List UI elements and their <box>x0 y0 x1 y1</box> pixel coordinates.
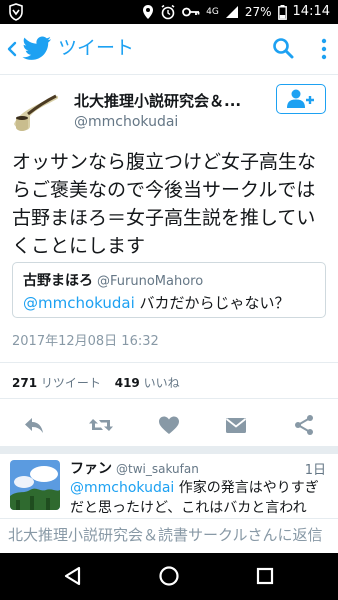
reply-text: @mmchokudai 作家の発言はやりすぎだと思ったけど、これはバカと言われ <box>70 478 332 518</box>
like-icon[interactable] <box>157 413 181 437</box>
reply-mention-link[interactable]: @mmchokudai <box>70 480 174 496</box>
alarm-icon <box>161 4 175 20</box>
reply-author: ファン @twi_sakufan <box>70 458 199 478</box>
reply-composer[interactable]: 北大推理小説研究会＆読書サークルさんに返信 <box>0 518 338 549</box>
follow-button[interactable] <box>276 84 326 114</box>
clock-time: 14:14 <box>292 4 330 19</box>
quoted-tweet[interactable]: 古野まほろ @FurunoMahoro @mmchokudai バカだからじゃない… <box>12 262 326 318</box>
recents-nav-icon[interactable] <box>254 565 276 591</box>
key-icon <box>182 7 200 17</box>
like-label: いいね <box>143 376 180 390</box>
tweet-actions <box>0 405 338 445</box>
quote-author-name: 古野まほろ <box>23 273 93 289</box>
network-type: 4G <box>206 7 219 17</box>
reply-author-handle[interactable]: @twi_sakufan <box>116 462 199 476</box>
section-separator <box>0 446 338 454</box>
author-name[interactable]: 北大推理小説研究会＆... <box>74 90 264 111</box>
reply-body-line2: だと思ったけど、これはバカと言われ <box>70 500 307 516</box>
location-icon <box>143 5 154 19</box>
search-icon[interactable] <box>272 37 294 63</box>
retweet-icon[interactable] <box>88 413 113 437</box>
share-icon[interactable] <box>292 413 316 437</box>
like-count[interactable]: 419 <box>115 376 140 390</box>
quote-author: 古野まほろ @FurunoMahoro <box>23 270 203 290</box>
twitter-bird-icon <box>22 36 52 66</box>
status-bar: 4G 27% 14:14 <box>0 0 338 24</box>
reply-avatar[interactable] <box>10 460 60 510</box>
reply-icon[interactable] <box>22 413 46 437</box>
battery-icon <box>277 4 287 20</box>
retweet-label: リツイート <box>40 376 101 390</box>
signal-icon <box>225 6 238 18</box>
quote-author-handle: @FurunoMahoro <box>97 274 204 289</box>
home-nav-icon[interactable] <box>158 565 180 591</box>
reply-author-name[interactable]: ファン <box>70 461 112 477</box>
reply-time: 1日 <box>304 463 326 478</box>
reply-tweet[interactable]: ファン @twi_sakufan 1日 @mmchokudai 作家の発言はやりす… <box>0 454 338 520</box>
page-title: ツイート <box>58 37 135 59</box>
tweet-stats: 271 リツイート 419 いいね <box>12 374 190 391</box>
tweet-timestamp: 2017年12月08日 16:32 <box>12 334 159 349</box>
vpn-shield-icon <box>8 3 24 25</box>
tweet-author: 北大推理小説研究会＆... @mmchokudai <box>0 82 338 142</box>
direct-message-icon[interactable] <box>224 413 248 437</box>
reply-input-placeholder[interactable]: 北大推理小説研究会＆読書サークルさんに返信 <box>8 524 323 545</box>
divider <box>0 362 338 363</box>
more-vertical-icon[interactable] <box>320 38 328 64</box>
avatar[interactable] <box>10 88 60 138</box>
system-nav-bar <box>0 553 338 600</box>
tweet-text: オッサンなら腹立つけど女子高生ならご褒美なので今後当サークルでは古野まほろ＝女子… <box>12 151 317 257</box>
reply-body-line1: 作家の発言はやりすぎ <box>174 480 319 496</box>
divider <box>0 398 338 399</box>
quote-mention-link[interactable]: @mmchokudai <box>23 294 135 312</box>
author-handle[interactable]: @mmchokudai <box>74 114 178 130</box>
back-nav-icon[interactable] <box>62 565 84 591</box>
retweet-count[interactable]: 271 <box>12 376 37 390</box>
quote-body: バカだからじゃない？ <box>134 294 290 312</box>
chevron-left-icon[interactable] <box>4 37 22 61</box>
add-user-icon <box>287 89 314 108</box>
battery-percent: 27% <box>244 5 272 19</box>
app-bar: ツイート <box>0 24 338 75</box>
quote-text: @mmchokudai バカだからじゃない？ <box>23 292 290 313</box>
